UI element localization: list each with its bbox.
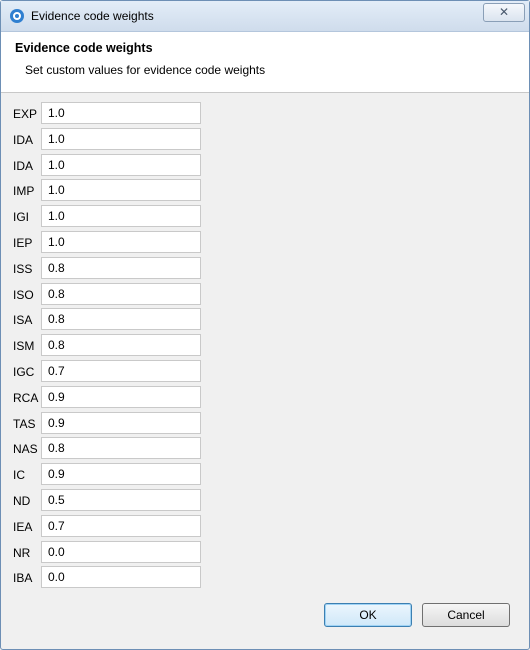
weight-row: IEA [1,514,221,538]
gear-icon [10,9,24,23]
weight-code-label: IMP [13,184,35,199]
weight-code-label: NAS [13,442,38,457]
window-title: Evidence code weights [31,9,154,23]
weight-row: IEP [1,231,221,254]
weight-value-input[interactable] [41,514,201,537]
weight-code-label: EXP [13,107,38,121]
weight-value-input[interactable] [41,127,201,150]
weight-code-label: RCA [13,390,39,405]
weight-value-input[interactable] [41,179,201,202]
weight-code-label: IEA [13,519,33,534]
weight-code-label: IGI [13,210,30,225]
weight-row: IGC [1,360,221,383]
weight-value-input[interactable] [41,360,201,382]
weight-code-label: TAS [13,416,36,431]
weight-row: ISS [1,256,221,280]
weight-value-input[interactable] [41,308,201,331]
weight-code-label: NR [13,545,31,560]
weight-row: TAS [1,411,221,435]
weight-value-input[interactable] [41,385,201,408]
header-title: Evidence code weights [15,41,153,55]
weight-code-label: IEP [13,236,33,250]
weight-row: IMP [1,179,221,202]
weight-value-input[interactable] [41,566,201,589]
weight-row: ND [1,489,221,512]
weight-code-label: IC [13,468,25,483]
dialog-header: Evidence code weights Set custom values … [1,32,529,93]
weight-code-label: ND [13,494,31,508]
weight-row: IC [1,463,221,486]
close-button[interactable]: ✕ [483,3,525,22]
weight-value-input[interactable] [41,153,201,176]
weight-code-label: IBA [13,571,33,586]
weight-value-input[interactable] [41,205,201,228]
weight-value-input[interactable] [41,489,201,511]
weight-value-input[interactable] [41,231,201,253]
weight-value-input[interactable] [41,102,201,124]
title-bar[interactable]: Evidence code weights ✕ [1,1,529,32]
close-icon: ✕ [498,5,510,19]
weight-row: IGI [1,205,221,228]
dialog-window: Evidence code weights ✕ Evidence code we… [0,0,530,650]
weight-row: IDA [1,153,221,177]
weight-row: RCA [1,385,221,409]
weight-code-label: IDA [13,158,34,173]
weight-value-input[interactable] [41,411,201,434]
weight-code-label: IDA [13,132,34,147]
weight-code-label: IGC [13,365,35,379]
cancel-button[interactable]: Cancel [422,603,510,627]
weight-value-input[interactable] [41,463,201,486]
weight-value-input[interactable] [41,282,201,305]
weight-code-label: ISM [13,339,35,354]
weight-value-input[interactable] [41,256,201,279]
weight-row: IDA [1,127,221,151]
weight-row: EXP [1,102,221,125]
weight-code-label: ISS [13,261,33,276]
ok-button[interactable]: OK [324,603,412,627]
weight-row: ISM [1,334,221,357]
weight-value-input[interactable] [41,437,201,460]
weight-row: ISA [1,308,221,331]
weight-row: ISO [1,282,221,306]
weight-row: NAS [1,437,221,460]
weight-code-label: ISO [13,287,34,302]
header-description: Set custom values for evidence code weig… [25,63,266,77]
weight-row: NR [1,540,221,564]
weight-value-input[interactable] [41,540,201,563]
weight-row: IBA [1,566,221,589]
weight-value-input[interactable] [41,334,201,357]
weight-code-label: ISA [13,313,33,328]
